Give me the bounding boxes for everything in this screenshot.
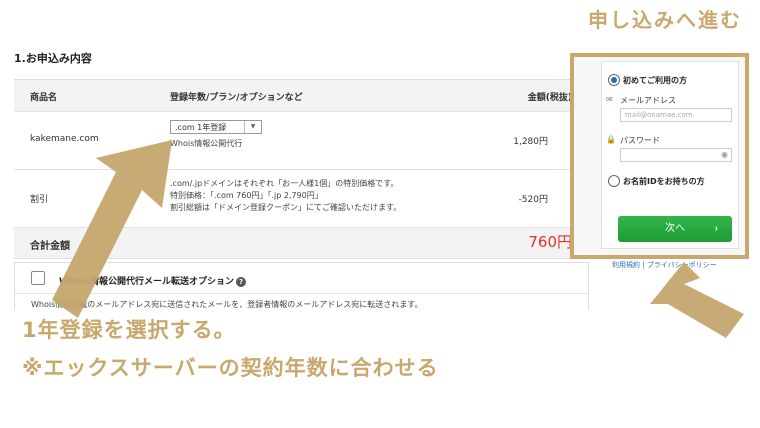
- registration-years-select[interactable]: .com 1年登録 ▼: [170, 120, 262, 134]
- select-value: .com 1年登録: [175, 123, 227, 132]
- option-label-text: Whois情報公開代行メール転送オプション: [59, 277, 234, 287]
- chevron-down-icon: ▼: [244, 121, 261, 133]
- table-row-domain: kakemane.com .com 1年登録 ▼ Whois情報公開代行 1,2…: [14, 112, 572, 170]
- header-price: 金額(税抜): [527, 93, 572, 103]
- total-price: 760円: [528, 233, 572, 251]
- first-time-label: 初めてご利用の方: [623, 76, 687, 85]
- next-button-label: 次へ: [665, 223, 685, 234]
- domain-name: kakemane.com: [30, 134, 99, 144]
- table-row-discount: 割引 .com/.jpドメインはそれぞれ「お一人様1個」の特別価格です。 特別価…: [14, 170, 572, 228]
- discount-label: 割引: [30, 195, 49, 205]
- whois-forward-option: Whois情報公開代行メール転送オプション? Whois情報記載のメールアドレス…: [14, 262, 589, 316]
- login-panel: 初めてご利用の方 ✉ メールアドレス mail@onamae.com 🔒 パスワ…: [570, 53, 749, 259]
- email-input[interactable]: mail@onamae.com: [620, 108, 732, 122]
- existing-id-label: お名前IDをお持ちの方: [623, 177, 705, 186]
- table-header-row: 商品名 登録年数/プラン/オプションなど 金額(税抜): [14, 80, 572, 112]
- option-header: Whois情報公開代行メール転送オプション?: [15, 263, 588, 294]
- login-form: 初めてご利用の方 ✉ メールアドレス mail@onamae.com 🔒 パスワ…: [601, 61, 739, 249]
- discount-note-1: .com/.jpドメインはそれぞれ「お一人様1個」の特別価格です。: [170, 179, 399, 188]
- discount-note-2: 特別価格：「.com 760円」「.jp 2,790円」: [170, 191, 323, 200]
- footer-links[interactable]: 利用規約 | プライバシーポリシー: [612, 260, 717, 270]
- header-product: 商品名: [30, 93, 58, 103]
- domain-price: 1,280円: [513, 137, 548, 147]
- eye-icon[interactable]: ◉: [721, 149, 728, 161]
- discount-note-3: 割引総額は「ドメイン登録クーポン」にてご確認いただけます。: [170, 203, 402, 212]
- annotation-line-2: ※エックスサーバーの契約年数に合わせる: [22, 356, 439, 380]
- first-time-radio[interactable]: [608, 74, 620, 86]
- password-label: パスワード: [620, 136, 660, 145]
- section-title: 1.お申込み内容: [14, 52, 92, 65]
- password-input[interactable]: ◉: [620, 148, 732, 162]
- order-table: 商品名 登録年数/プラン/オプションなど 金額(税抜) kakemane.com…: [14, 79, 572, 259]
- email-label: メールアドレス: [620, 96, 676, 105]
- option-label: Whois情報公開代行メール転送オプション?: [59, 274, 246, 287]
- email-placeholder: mail@onamae.com: [625, 111, 693, 119]
- help-icon[interactable]: ?: [235, 276, 246, 287]
- mail-icon: ✉: [606, 95, 613, 104]
- whois-label: Whois情報公開代行: [170, 139, 243, 148]
- table-row-total: 合計金額 760円: [14, 228, 572, 259]
- option-checkbox[interactable]: [31, 271, 45, 285]
- chevron-right-icon: ›: [714, 223, 718, 234]
- discount-price: -520円: [518, 195, 548, 205]
- option-description: Whois情報記載のメールアドレス宛に送信されたメールを、登録者情報のメールアド…: [31, 300, 423, 309]
- existing-id-radio[interactable]: [608, 175, 620, 187]
- lock-icon: 🔒: [606, 135, 616, 144]
- total-label: 合計金額: [30, 241, 70, 252]
- login-panel-heading: 申し込みへ進む: [588, 8, 742, 32]
- header-plan: 登録年数/プラン/オプションなど: [170, 93, 303, 103]
- next-button[interactable]: 次へ ›: [618, 216, 732, 242]
- annotation-line-1: 1年登録を選択する。: [22, 318, 236, 342]
